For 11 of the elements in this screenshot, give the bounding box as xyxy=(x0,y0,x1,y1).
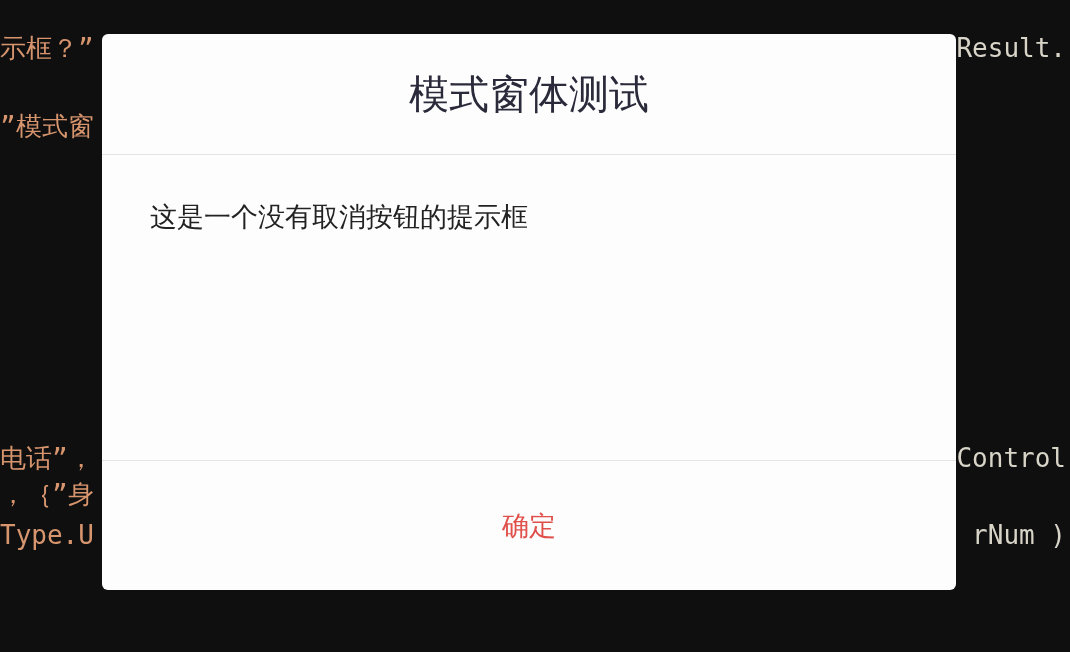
dialog-message: 这是一个没有取消按钮的提示框 xyxy=(150,201,528,232)
code-text: Result. xyxy=(956,33,1067,63)
dialog-title: 模式窗体测试 xyxy=(102,34,956,155)
code-text: Type.U xyxy=(0,520,94,550)
confirm-button[interactable]: 确定 xyxy=(482,499,576,552)
code-text: ，｛”身 xyxy=(0,477,94,511)
code-text: rNum ) xyxy=(972,520,1067,550)
code-text: Control xyxy=(956,443,1067,473)
code-text: 示框？” xyxy=(0,31,94,65)
code-text: 电话”， xyxy=(0,441,94,475)
code-text: ”模式窗 xyxy=(0,109,94,143)
